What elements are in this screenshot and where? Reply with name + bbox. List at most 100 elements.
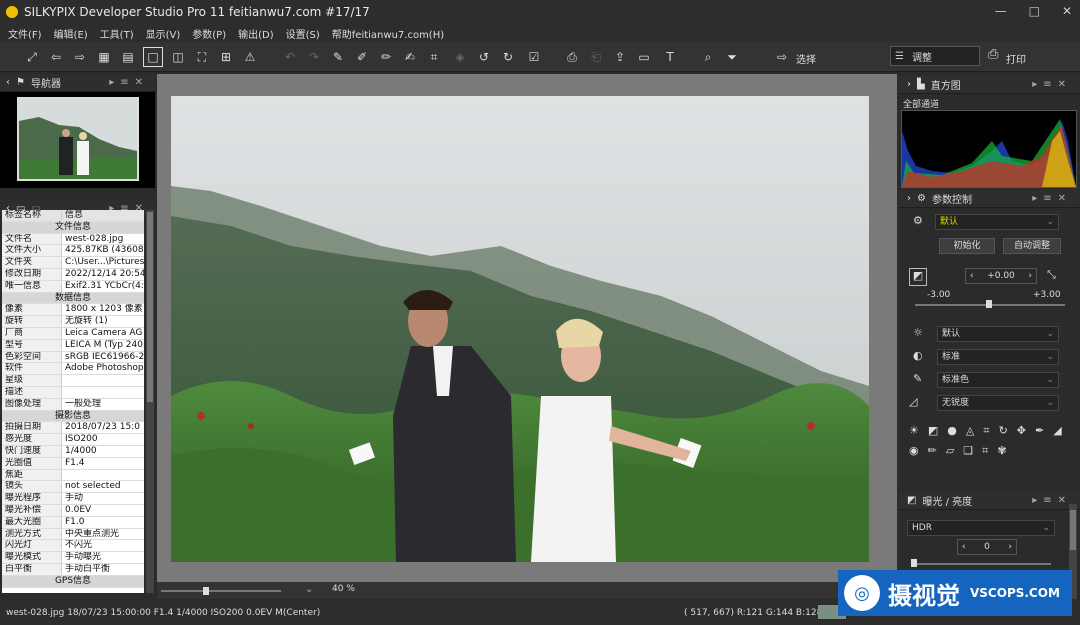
rotate-icon[interactable]: ↻ xyxy=(999,424,1008,438)
undo-icon[interactable]: ↶ xyxy=(280,47,300,67)
zoom-slider[interactable] xyxy=(161,590,281,592)
grid-view-icon[interactable]: ⊞ xyxy=(216,47,236,67)
info-value[interactable]: 手动 xyxy=(62,493,144,504)
auto-adjust-button[interactable]: 自动调整 xyxy=(1003,238,1061,254)
print-icon[interactable]: ⎙ xyxy=(988,47,998,62)
info-value[interactable]: 1800 x 1203 像素 xyxy=(62,304,144,315)
info-value[interactable]: F1.4 xyxy=(62,458,144,469)
zoom-icon[interactable]: ⌕ xyxy=(698,47,718,67)
warning-icon[interactable]: ⚠ xyxy=(240,47,260,67)
stepper-right-icon[interactable]: › xyxy=(1008,540,1012,554)
select-label[interactable]: 选择 xyxy=(796,51,816,66)
menu-help[interactable]: 帮助feitianwu7.com(H) xyxy=(332,26,444,41)
thumbnail-grid-icon[interactable]: ▦ xyxy=(94,47,114,67)
info-value[interactable]: 手动曝光 xyxy=(62,552,144,563)
collapse-icon[interactable]: › xyxy=(907,193,911,204)
rotate-left-icon[interactable]: ↺ xyxy=(474,47,494,67)
eye-icon[interactable]: ◉ xyxy=(909,444,919,458)
zoom-dropdown-icon[interactable]: ⌄ xyxy=(305,584,313,595)
adjust-mode-box[interactable]: ☰ 调整 xyxy=(890,46,980,66)
scroll-thumb[interactable] xyxy=(147,212,153,402)
clarity-icon[interactable]: ◬ xyxy=(966,424,974,438)
hdr-stepper[interactable]: ‹ 0 › xyxy=(957,539,1017,555)
info-scrollbar[interactable] xyxy=(146,210,154,593)
select-icon[interactable]: ⇨ xyxy=(772,47,792,67)
info-value[interactable]: Leica Camera AG xyxy=(62,328,144,339)
info-value[interactable]: LEICA M (Typ 240) xyxy=(62,340,144,351)
checkbox-icon[interactable]: ☑ xyxy=(524,47,544,67)
image-viewer[interactable]: ⌄ 40 % xyxy=(157,74,897,599)
brush-icon[interactable]: ✏ xyxy=(928,444,937,458)
menu-file[interactable]: 文件(F) xyxy=(8,26,42,41)
hdr-dropdown[interactable]: HDR ⌄ xyxy=(907,520,1055,536)
scroll-thumb[interactable] xyxy=(1070,510,1076,550)
column-header-info[interactable]: 信息 xyxy=(62,210,144,221)
pen-icon[interactable]: ✐ xyxy=(352,47,372,67)
wb-dropdown[interactable]: 默认 ⌄ xyxy=(937,326,1059,342)
sun-icon[interactable]: ☀ xyxy=(909,424,919,438)
info-value[interactable]: C:\User...\Pictures xyxy=(62,257,144,268)
develop-icon[interactable]: ⎙ xyxy=(562,47,582,67)
close-button[interactable]: ✕ xyxy=(1062,4,1072,18)
print-label[interactable]: 打印 xyxy=(1006,51,1026,66)
brush-icon[interactable]: ✏ xyxy=(376,47,396,67)
info-value[interactable]: 无旋转 (1) xyxy=(62,316,144,327)
clone-icon[interactable]: ❏ xyxy=(963,444,973,458)
info-value[interactable]: 1/4000 xyxy=(62,446,144,457)
menu-settings[interactable]: 设置(S) xyxy=(286,26,320,41)
minimize-button[interactable]: — xyxy=(995,4,1007,18)
layers-icon[interactable]: ◈ xyxy=(450,47,470,67)
sphere-icon[interactable]: ● xyxy=(947,424,957,438)
preset-dropdown[interactable]: 默认 ⌄ xyxy=(935,214,1059,230)
info-value[interactable] xyxy=(62,375,144,386)
menu-view[interactable]: 显示(V) xyxy=(146,26,181,41)
info-value[interactable] xyxy=(62,470,144,481)
exposure-icon[interactable]: ◩ xyxy=(909,268,927,286)
info-value[interactable]: 2022/12/14 20:54:2 xyxy=(62,269,144,280)
panel-controls[interactable]: ▸≡✕ xyxy=(1032,193,1072,204)
info-value[interactable]: 不闪光 xyxy=(62,540,144,551)
fullscreen-icon[interactable]: ⛶ xyxy=(192,47,212,67)
contrast-icon[interactable]: ◩ xyxy=(928,424,938,438)
redo-icon[interactable]: ↷ xyxy=(304,47,324,67)
filter-icon[interactable]: ⏷ xyxy=(722,47,742,67)
info-value[interactable]: 中央重点测光 xyxy=(62,529,144,540)
collapse-arrows-icon[interactable]: ⤡ xyxy=(1047,268,1056,282)
info-value[interactable]: F1.0 xyxy=(62,517,144,528)
edit-icon[interactable]: ✍ xyxy=(400,47,420,67)
crop-icon[interactable]: ⌗ xyxy=(982,444,988,458)
adjust-icon[interactable]: ✥ xyxy=(1017,424,1026,438)
info-value[interactable]: sRGB IEC61966-2.1 xyxy=(62,352,144,363)
main-photo[interactable] xyxy=(171,96,869,562)
single-view-icon[interactable]: □ xyxy=(143,47,163,67)
maximize-button[interactable]: □ xyxy=(1029,4,1040,18)
zoom-value[interactable]: 40 % xyxy=(332,584,355,594)
compare-view-icon[interactable]: ◫ xyxy=(168,47,188,67)
stepper-left-icon[interactable]: ‹ xyxy=(970,269,974,283)
forward-arrow-icon[interactable]: ⇨ xyxy=(70,47,90,67)
color-dropdown[interactable]: 标准色 ⌄ xyxy=(937,372,1059,388)
stepper-right-icon[interactable]: › xyxy=(1028,269,1032,283)
info-value[interactable]: 2018/07/23 15:0 xyxy=(62,422,144,433)
menu-tools[interactable]: 工具(T) xyxy=(100,26,134,41)
histogram-channel[interactable]: 全部通道 xyxy=(903,97,939,110)
collapse-icon[interactable]: › xyxy=(907,79,911,90)
info-value[interactable]: 一般处理 xyxy=(62,399,144,410)
dropper-icon[interactable]: ✎ xyxy=(328,47,348,67)
menu-edit[interactable]: 编辑(E) xyxy=(54,26,88,41)
info-value[interactable]: not selected xyxy=(62,481,144,492)
info-value[interactable] xyxy=(62,387,144,398)
menu-output[interactable]: 输出(D) xyxy=(238,26,274,41)
panel-controls[interactable]: ▸≡✕ xyxy=(109,77,149,88)
info-value[interactable]: Exif2.31 YCbCr(4:4 xyxy=(62,281,144,292)
info-value[interactable]: Adobe Photoshop xyxy=(62,363,144,374)
exposure-stepper[interactable]: ‹ +0.00 › xyxy=(965,268,1037,284)
collapse-icon[interactable]: ‹ xyxy=(6,77,10,88)
expand-icon[interactable]: ⤢ xyxy=(22,47,42,67)
info-value[interactable]: west-028.jpg xyxy=(62,234,144,245)
menu-params[interactable]: 参数(P) xyxy=(192,26,226,41)
batch-icon[interactable]: ⎗ xyxy=(586,47,606,67)
info-value[interactable]: ISO200 xyxy=(62,434,144,445)
rotate-right-icon[interactable]: ↻ xyxy=(498,47,518,67)
export-icon[interactable]: ⇪ xyxy=(610,47,630,67)
